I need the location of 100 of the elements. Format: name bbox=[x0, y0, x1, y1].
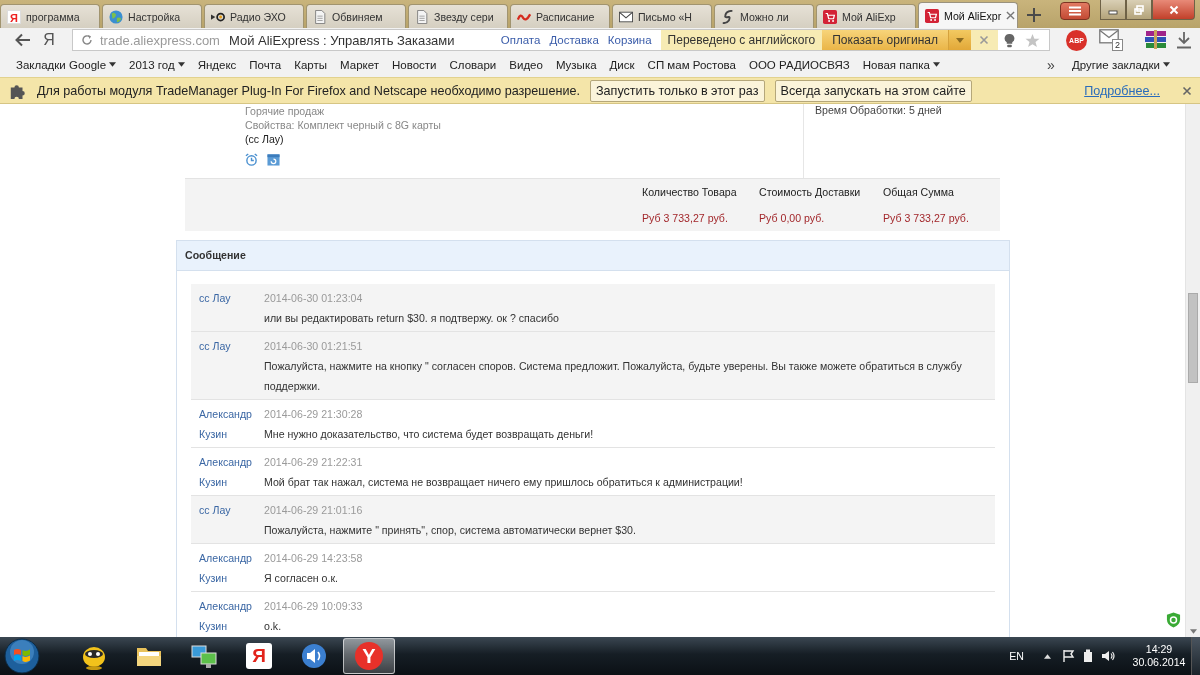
cart-icon bbox=[823, 9, 837, 24]
bookmark-item[interactable]: 2013 год bbox=[129, 58, 185, 71]
browser-tab[interactable]: Мой AliExp bbox=[816, 4, 916, 28]
author-name[interactable]: сс Лау bbox=[199, 336, 264, 396]
bookmark-item[interactable]: ООО РАДИОСВЯЗ bbox=[748, 58, 850, 71]
address-field[interactable]: trade.aliexpress.com Мой AliExpress : Управлять Заказами Оплата Доставка Корзина Переведено с английского Показать оригинал bbox=[72, 29, 1050, 51]
close-icon bbox=[1168, 4, 1179, 15]
globe-icon bbox=[109, 9, 123, 24]
document-icon bbox=[313, 9, 327, 24]
browser-tab[interactable]: Можно ли bbox=[714, 4, 814, 28]
close-icon[interactable] bbox=[1006, 11, 1016, 20]
bookmark-item[interactable]: Видео bbox=[509, 58, 543, 71]
bookmark-item[interactable]: Словари bbox=[449, 58, 497, 71]
overflow-button[interactable]: » bbox=[1047, 56, 1055, 73]
calendar-icon[interactable] bbox=[267, 153, 280, 166]
scroll-down-icon[interactable] bbox=[1189, 629, 1197, 634]
clock-time[interactable]: 14:29 bbox=[1145, 643, 1173, 656]
caret-icon bbox=[1163, 62, 1170, 67]
logo-button[interactable]: Я bbox=[42, 31, 56, 49]
menu-button[interactable] bbox=[1060, 2, 1090, 20]
taskbar-button[interactable]: Я bbox=[233, 638, 285, 674]
message-time: 2014-06-29 21:22:31 bbox=[264, 455, 364, 470]
envelope-icon bbox=[619, 9, 633, 24]
close-icon[interactable] bbox=[1182, 85, 1192, 96]
bookmark-item[interactable]: Яндекс bbox=[197, 58, 237, 71]
bookmark-item[interactable]: Диск bbox=[609, 58, 635, 71]
menu-icon bbox=[1068, 6, 1082, 16]
shield-icon[interactable] bbox=[1166, 612, 1181, 628]
page-link[interactable]: Доставка bbox=[549, 34, 599, 46]
browser-tab[interactable]: Я программа bbox=[0, 4, 100, 28]
books-icon[interactable] bbox=[1144, 30, 1168, 50]
message-text: o.k. bbox=[264, 619, 283, 634]
count-badge: 2 bbox=[1112, 39, 1123, 51]
bookmark-item[interactable]: Маркет bbox=[340, 58, 379, 71]
translation-status: Переведено с английского bbox=[666, 33, 817, 47]
flag-icon[interactable] bbox=[1061, 649, 1075, 663]
back-arrow-icon[interactable] bbox=[15, 33, 31, 47]
infobar-message: Для работы модуля TradeManager Plug-In For Firefox and Netscape необходимо разрешение. bbox=[37, 83, 580, 98]
message-text: Я согласен о.к. bbox=[264, 571, 339, 586]
infobar-button[interactable]: Запустить только в этот раз bbox=[589, 79, 765, 102]
summary-label: Общая Сумма bbox=[883, 186, 955, 199]
caret-icon bbox=[932, 62, 940, 67]
browser-tab[interactable]: Расписание bbox=[510, 4, 610, 28]
bookmark-item[interactable]: СП мам Ростова bbox=[647, 58, 736, 71]
show-original-button[interactable]: Показать оригинал bbox=[822, 30, 948, 50]
author-name[interactable]: Александр Кузин bbox=[199, 596, 264, 636]
message-time: 2014-06-30 01:21:51 bbox=[264, 339, 364, 354]
document-icon bbox=[415, 9, 429, 24]
message-time: 2014-06-30 01:23:04 bbox=[264, 291, 364, 306]
dropdown-button[interactable] bbox=[948, 30, 971, 50]
bookmark-item[interactable]: Новости bbox=[392, 58, 437, 71]
bookmark-item[interactable]: Музыка bbox=[555, 58, 597, 71]
bookmark-item[interactable]: Закладки Google bbox=[16, 58, 117, 71]
browser-tab[interactable]: Письмо «Н bbox=[612, 4, 712, 28]
message-text: или вы редактировать return $30. я подтвержу. ок ? спасибо bbox=[264, 311, 560, 326]
author-name[interactable]: Александр Кузин bbox=[199, 452, 264, 492]
message-text: Пожалуйста, нажмите " принять", спор, система автоматически вернет $30. bbox=[264, 523, 637, 538]
star-icon[interactable] bbox=[1025, 32, 1040, 48]
close-button[interactable] bbox=[1152, 0, 1195, 20]
browser-tab[interactable]: Обвиняем bbox=[306, 4, 406, 28]
taskbar-button[interactable]: Y bbox=[343, 638, 395, 674]
reload-icon[interactable] bbox=[81, 34, 93, 46]
bookmark-item[interactable]: Новая папка bbox=[862, 58, 940, 71]
author-name[interactable]: сс Лау bbox=[199, 288, 264, 328]
battery-icon[interactable] bbox=[1081, 649, 1095, 663]
download-icon[interactable] bbox=[1176, 31, 1192, 49]
new-tab-icon[interactable] bbox=[1027, 8, 1041, 22]
message-text: Мне нужно доказательство, что система будет возвращать деньги! bbox=[264, 427, 595, 442]
processing-time: Время Обработки: 5 дней bbox=[815, 104, 943, 116]
scrollbar[interactable] bbox=[1185, 104, 1200, 637]
start-button[interactable] bbox=[4, 638, 40, 674]
panel-header: Сообщение bbox=[177, 241, 1009, 271]
minimize-button[interactable] bbox=[1100, 0, 1126, 20]
message-text: Пожалуйста, нажмите на кнопку " согласен споров. Система предложит. Пожалуйста, будьте уверены. Вы также можете обратиться в службу поддержки. bbox=[264, 359, 963, 394]
browser-tab[interactable]: Радио ЭХО bbox=[204, 4, 304, 28]
lightbulb-icon[interactable] bbox=[1004, 32, 1015, 48]
author-name[interactable]: Александр Кузин bbox=[199, 404, 264, 444]
cart-icon bbox=[925, 8, 939, 23]
browser-tab[interactable]: Настройка bbox=[102, 4, 202, 28]
swirl-icon bbox=[721, 9, 735, 24]
page-link[interactable]: Оплата bbox=[500, 34, 541, 46]
bookmark-item[interactable]: Карты bbox=[294, 58, 328, 71]
alarm-clock-icon[interactable] bbox=[245, 153, 258, 166]
language-indicator[interactable]: EN bbox=[1009, 650, 1024, 662]
logo-icon: Я bbox=[7, 9, 21, 24]
scrollbar-thumb[interactable] bbox=[1188, 293, 1198, 383]
bookmark-item[interactable]: Другие закладки bbox=[1071, 58, 1170, 71]
maximize-button[interactable] bbox=[1126, 0, 1152, 20]
infobar-button[interactable]: Всегда запускать на этом сайте bbox=[774, 79, 972, 102]
speaker-icon[interactable] bbox=[1101, 649, 1115, 663]
clock-date[interactable]: 30.06.2014 bbox=[1132, 656, 1186, 669]
browser-tab[interactable]: Мой AliExpr bbox=[918, 2, 1018, 28]
up-arrow-icon[interactable] bbox=[1044, 653, 1051, 659]
bookmark-item[interactable]: Почта bbox=[249, 58, 282, 71]
page-link[interactable]: Корзина bbox=[607, 34, 652, 46]
author-name[interactable]: сс Лау bbox=[199, 500, 264, 540]
logo-icon: Я bbox=[246, 643, 272, 669]
more-link[interactable]: Подробнее... bbox=[1084, 83, 1160, 98]
browser-tab[interactable]: Звезду сери bbox=[408, 4, 508, 28]
author-name[interactable]: Александр Кузин bbox=[199, 548, 264, 588]
